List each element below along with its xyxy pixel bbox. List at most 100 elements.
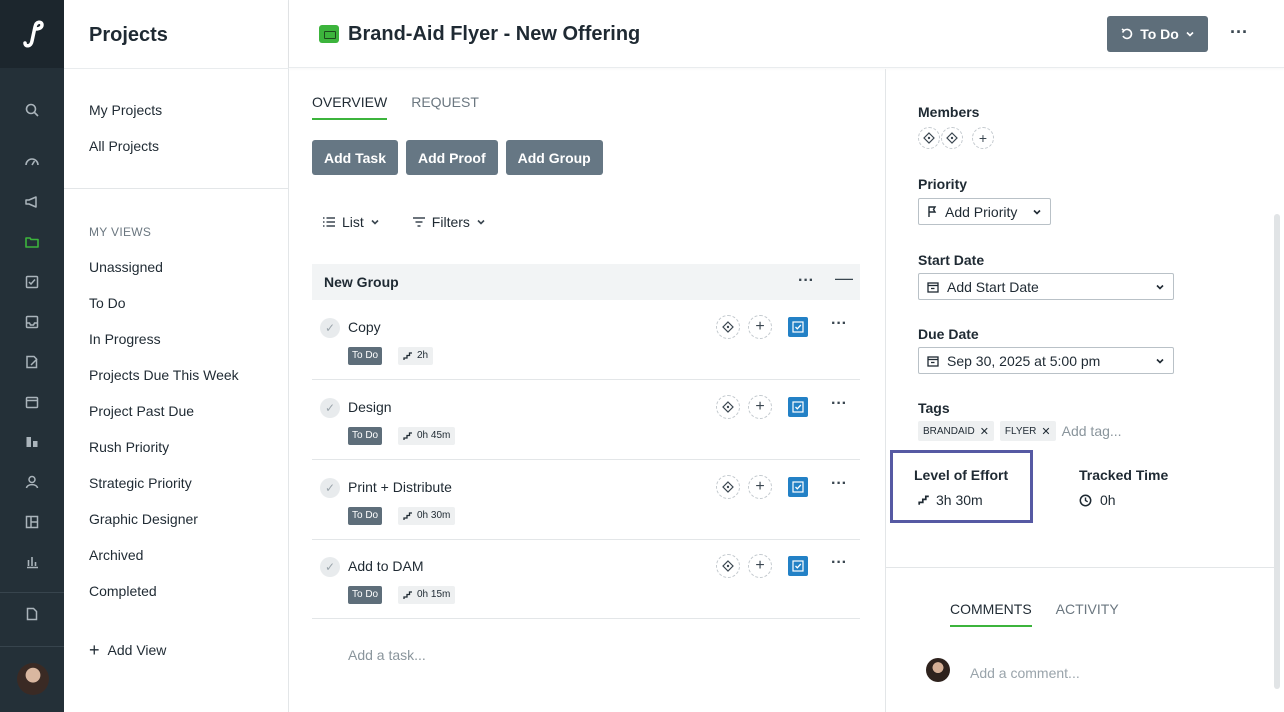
sidebar-item-view[interactable]: Project Past Due: [89, 403, 194, 419]
add-assignee-icon[interactable]: +: [748, 475, 772, 499]
status-dropdown[interactable]: To Do: [1107, 16, 1208, 52]
tab-overview[interactable]: OVERVIEW: [312, 94, 388, 120]
tab-activity[interactable]: ACTIVITY: [1056, 601, 1119, 627]
complete-checkbox[interactable]: ✓: [320, 557, 340, 577]
commenter-avatar: [926, 658, 950, 682]
start-date-label: Start Date: [918, 252, 985, 268]
sidebar-item-view[interactable]: Projects Due This Week: [89, 367, 239, 383]
assign-user-icon[interactable]: [716, 395, 740, 419]
sidebar-item-all-projects[interactable]: All Projects: [89, 138, 159, 154]
chevron-down-icon: [1156, 358, 1164, 364]
complete-checkbox[interactable]: ✓: [320, 318, 340, 338]
search-icon[interactable]: [22, 100, 42, 120]
add-task-input[interactable]: Add a task...: [348, 647, 426, 663]
inbox-icon[interactable]: [22, 312, 42, 332]
loe-value-text: 3h 30m: [936, 492, 983, 508]
sidebar-item-view[interactable]: Graphic Designer: [89, 511, 198, 527]
project-title[interactable]: Brand-Aid Flyer - New Offering: [348, 23, 640, 46]
task-row[interactable]: ✓ Add to DAM To Do 0h 15m + ···: [312, 539, 860, 619]
priority-dropdown[interactable]: Add Priority: [918, 198, 1051, 225]
add-assignee-icon[interactable]: +: [748, 554, 772, 578]
filters-dropdown[interactable]: Filters: [412, 214, 486, 230]
task-more-icon[interactable]: ···: [831, 475, 847, 493]
document-icon[interactable]: [22, 604, 42, 624]
user-avatar[interactable]: [17, 663, 49, 695]
task-name[interactable]: Copy: [348, 319, 381, 335]
panel-scrollbar[interactable]: [1274, 214, 1280, 689]
remove-tag-icon[interactable]: ✕: [1041, 425, 1050, 438]
calendar-icon[interactable]: [22, 392, 42, 412]
task-type-icon[interactable]: [788, 317, 808, 337]
board-icon[interactable]: [22, 432, 42, 452]
dashboard-icon[interactable]: [22, 152, 42, 172]
remove-tag-icon[interactable]: ✕: [980, 425, 989, 438]
app-logo[interactable]: [0, 0, 64, 68]
megaphone-icon[interactable]: [22, 192, 42, 212]
task-more-icon[interactable]: ···: [831, 554, 847, 572]
complete-checkbox[interactable]: ✓: [320, 398, 340, 418]
sidebar-item-view[interactable]: Rush Priority: [89, 439, 169, 455]
task-more-icon[interactable]: ···: [831, 395, 847, 413]
add-group-button[interactable]: Add Group: [505, 140, 603, 175]
start-date-dropdown[interactable]: Add Start Date: [918, 273, 1174, 300]
folder-icon[interactable]: [22, 232, 42, 252]
tracked-time-value[interactable]: 0h: [1079, 492, 1116, 508]
add-assignee-icon[interactable]: +: [748, 395, 772, 419]
view-mode-label: List: [342, 214, 364, 230]
level-of-effort-label: Level of Effort: [914, 467, 1009, 483]
more-options-icon[interactable]: ···: [1227, 22, 1251, 46]
add-task-button[interactable]: Add Task: [312, 140, 398, 175]
task-row[interactable]: ✓ Print + Distribute To Do 0h 30m + ···: [312, 460, 860, 540]
priority-value: Add Priority: [945, 203, 1018, 220]
collapse-group-icon[interactable]: —: [835, 268, 853, 289]
task-type-icon[interactable]: [788, 556, 808, 576]
user-icon[interactable]: [22, 472, 42, 492]
add-assignee-icon[interactable]: +: [748, 315, 772, 339]
layout-icon[interactable]: [22, 512, 42, 532]
sidebar-item-view[interactable]: In Progress: [89, 331, 161, 347]
task-icon[interactable]: [22, 272, 42, 292]
proof-icon[interactable]: [22, 352, 42, 372]
task-group-header[interactable]: New Group ··· —: [312, 264, 860, 300]
due-date-dropdown[interactable]: Sep 30, 2025 at 5:00 pm: [918, 347, 1174, 374]
tags-label: Tags: [918, 400, 950, 416]
sidebar-item-view[interactable]: Archived: [89, 547, 143, 563]
comment-input[interactable]: Add a comment...: [970, 665, 1080, 681]
effort-stairs-icon: [403, 432, 412, 440]
sidebar-item-view[interactable]: Unassigned: [89, 259, 163, 275]
member-avatar[interactable]: [941, 127, 963, 149]
sidebar-item-view[interactable]: Strategic Priority: [89, 475, 192, 491]
task-row[interactable]: ✓ Design To Do 0h 45m + ···: [312, 380, 860, 460]
task-row[interactable]: ✓ Copy To Do 2h + ···: [312, 300, 860, 380]
task-name[interactable]: Design: [348, 399, 392, 415]
due-date-label: Due Date: [918, 326, 979, 342]
assign-user-icon[interactable]: [716, 315, 740, 339]
tab-comments[interactable]: COMMENTS: [950, 601, 1032, 627]
sidebar-item-view[interactable]: Completed: [89, 583, 157, 599]
sidebar-item-my-projects[interactable]: My Projects: [89, 102, 162, 118]
group-more-icon[interactable]: ···: [798, 272, 814, 290]
complete-checkbox[interactable]: ✓: [320, 478, 340, 498]
task-status-badge: To Do: [348, 507, 383, 525]
task-name[interactable]: Add to DAM: [348, 558, 423, 574]
calendar-due-icon: [927, 355, 939, 367]
add-tag-input[interactable]: Add tag...: [1062, 423, 1122, 439]
add-proof-button[interactable]: Add Proof: [405, 140, 498, 175]
task-more-icon[interactable]: ···: [831, 315, 847, 333]
assign-user-icon[interactable]: [716, 475, 740, 499]
task-type-icon[interactable]: [788, 397, 808, 417]
assign-user-icon[interactable]: [716, 554, 740, 578]
tab-request[interactable]: REQUEST: [411, 94, 479, 120]
task-name[interactable]: Print + Distribute: [348, 479, 452, 495]
add-member-icon[interactable]: +: [972, 127, 994, 149]
add-view-button[interactable]: + Add View: [89, 641, 166, 659]
reports-icon[interactable]: [22, 552, 42, 572]
effort-stairs-icon: [403, 352, 412, 360]
member-avatar[interactable]: [918, 127, 940, 149]
group-name[interactable]: New Group: [324, 274, 399, 290]
view-mode-dropdown[interactable]: List: [322, 214, 380, 230]
task-type-icon[interactable]: [788, 477, 808, 497]
level-of-effort-value[interactable]: 3h 30m: [918, 492, 983, 508]
sidebar-item-view[interactable]: To Do: [89, 295, 126, 311]
logo-icon: [23, 20, 44, 48]
